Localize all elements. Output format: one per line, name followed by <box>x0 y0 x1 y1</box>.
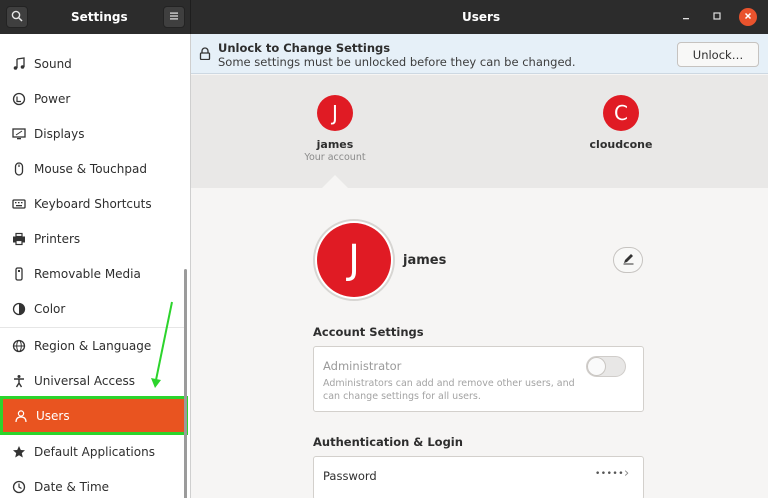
removable-media-icon <box>11 266 27 282</box>
sidebar-item-label: Users <box>36 408 70 423</box>
printer-icon <box>11 231 27 247</box>
minimize-button[interactable] <box>677 8 695 26</box>
sidebar-item-label: Sound <box>34 56 72 71</box>
avatar: J <box>317 95 353 131</box>
sidebar-item-label: Region & Language <box>34 338 152 353</box>
user-name: cloudcone <box>589 138 653 151</box>
sidebar-item-label: Mouse & Touchpad <box>34 161 147 176</box>
unlock-button[interactable]: Unlock… <box>677 42 759 67</box>
sidebar-item-sound[interactable]: Sound <box>0 46 190 81</box>
sidebar-scrollbar[interactable] <box>184 269 187 498</box>
administrator-description: Administrators can add and remove other … <box>323 378 575 402</box>
color-icon <box>11 301 27 317</box>
sidebar-item-label: Date & Time <box>34 479 110 494</box>
password-value: ••••• <box>595 469 625 479</box>
mouse-icon <box>11 161 27 177</box>
sidebar-item-color[interactable]: Color <box>0 291 190 326</box>
hamburger-menu-icon <box>169 10 179 24</box>
sidebar-item-label: Keyboard Shortcuts <box>34 196 152 211</box>
unlock-title: Unlock to Change Settings <box>218 41 391 55</box>
pencil-icon <box>622 252 635 268</box>
keyboard-icon <box>11 196 27 212</box>
authentication-heading: Authentication & Login <box>313 435 463 449</box>
avatar: J <box>317 223 391 297</box>
maximize-button[interactable] <box>708 8 726 26</box>
clock-icon <box>11 479 27 495</box>
star-icon <box>11 444 27 460</box>
user-card-cloudcone[interactable]: C cloudcone <box>566 95 676 151</box>
account-settings-heading: Account Settings <box>313 325 424 339</box>
sidebar-item-displays[interactable]: Displays <box>0 116 190 151</box>
header-bar: Settings Users <box>0 0 768 34</box>
menu-button[interactable] <box>163 6 185 28</box>
sidebar-item-label: Removable Media <box>34 266 141 281</box>
sidebar-item-label: Printers <box>34 231 81 246</box>
music-note-icon <box>11 56 27 72</box>
accessibility-icon <box>11 373 27 389</box>
password-row[interactable]: Password ••••• › <box>313 456 644 498</box>
sidebar-item-power[interactable]: Power <box>0 81 190 116</box>
unlock-subtitle: Some settings must be unlocked before th… <box>218 55 576 69</box>
sidebar-item-printers[interactable]: Printers <box>0 221 190 256</box>
user-card-james[interactable]: J james Your account <box>280 95 390 163</box>
sidebar-item-universal-access[interactable]: Universal Access <box>0 363 190 398</box>
lock-icon <box>199 47 211 63</box>
sidebar-item-label: Power <box>34 91 71 106</box>
unlock-infobar: Unlock to Change Settings Some settings … <box>191 34 768 74</box>
edit-name-button[interactable] <box>613 247 643 273</box>
user-carousel: J james Your account C cloudcone <box>191 75 768 188</box>
sidebar-item-region-language[interactable]: Region & Language <box>0 328 190 363</box>
sidebar-item-removable-media[interactable]: Removable Media <box>0 256 190 291</box>
account-settings-frame: Administrator Administrators can add and… <box>313 346 644 412</box>
scrolled-item-peek <box>30 34 70 36</box>
sidebar: Sound Power Displays Mouse & Touchpad Ke… <box>0 34 191 498</box>
sidebar-item-default-applications[interactable]: Default Applications <box>0 434 190 469</box>
toggle-knob <box>587 357 606 376</box>
sidebar-item-mouse-touchpad[interactable]: Mouse & Touchpad <box>0 151 190 186</box>
password-label: Password <box>323 469 377 483</box>
sidebar-item-label: Displays <box>34 126 85 141</box>
sidebar-item-label: Universal Access <box>34 373 135 388</box>
sidebar-item-label: Color <box>34 301 66 316</box>
user-name: james <box>316 138 354 151</box>
administrator-label: Administrator <box>323 359 402 373</box>
close-icon <box>743 10 753 24</box>
search-icon <box>11 10 23 25</box>
app-title: Settings <box>71 10 128 24</box>
sidebar-item-users[interactable]: Users <box>0 396 188 435</box>
user-avatar-button[interactable]: J <box>313 219 395 301</box>
minimize-icon <box>681 10 691 24</box>
sidebar-item-keyboard-shortcuts[interactable]: Keyboard Shortcuts <box>0 186 190 221</box>
search-button[interactable] <box>6 6 28 28</box>
user-icon <box>13 408 29 424</box>
avatar: C <box>603 95 639 131</box>
header-divider <box>190 0 191 34</box>
window-title: Users <box>462 10 501 24</box>
sidebar-item-date-time[interactable]: Date & Time <box>0 469 190 498</box>
globe-icon <box>11 338 27 354</box>
maximize-icon <box>712 10 722 24</box>
sidebar-item-label: Default Applications <box>34 444 155 459</box>
user-subtitle: Your account <box>304 152 366 163</box>
selected-user-name: james <box>403 253 447 268</box>
display-icon <box>11 126 27 142</box>
selection-notch <box>322 175 348 188</box>
users-panel: Unlock to Change Settings Some settings … <box>191 34 768 498</box>
close-button[interactable] <box>739 8 757 26</box>
administrator-toggle[interactable] <box>586 356 626 377</box>
power-icon <box>11 91 27 107</box>
chevron-right-icon: › <box>624 466 630 481</box>
